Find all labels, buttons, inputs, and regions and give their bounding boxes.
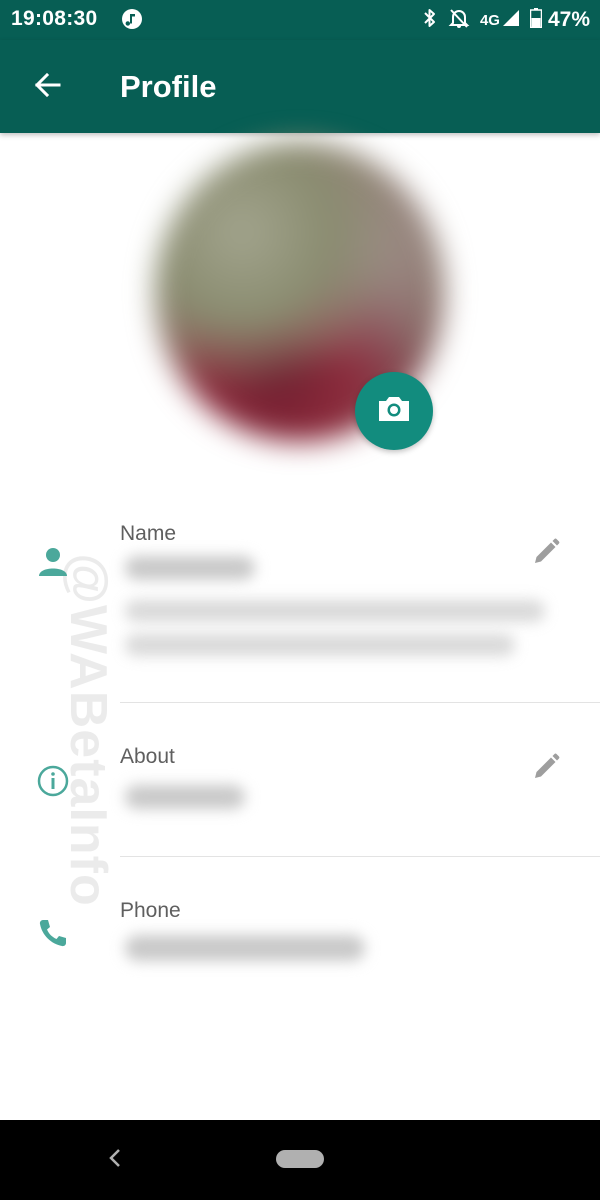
name-value-blurred — [125, 556, 255, 580]
app-bar: Profile — [0, 40, 600, 133]
name-note-blurred-2 — [125, 634, 515, 656]
battery-percent: 47% — [547, 8, 590, 31]
music-note-icon — [121, 8, 143, 30]
edit-about-button[interactable] — [530, 753, 562, 785]
notifications-off-icon — [448, 7, 470, 34]
edit-name-button[interactable] — [530, 538, 562, 570]
change-photo-button[interactable] — [355, 372, 433, 450]
phone-value-blurred — [125, 935, 365, 961]
pencil-icon — [532, 538, 560, 571]
pencil-icon — [532, 753, 560, 786]
phone-icon — [35, 915, 71, 951]
person-icon — [35, 544, 71, 580]
page-title: Profile — [120, 69, 217, 104]
battery-icon — [529, 7, 543, 33]
phone-row: Phone — [0, 857, 600, 987]
phone-label: Phone — [120, 899, 181, 922]
camera-icon — [376, 394, 412, 429]
info-icon — [35, 763, 71, 799]
chevron-left-icon — [107, 1147, 123, 1174]
about-label: About — [120, 745, 175, 768]
status-bar: 19:08:30 4G 47% — [0, 0, 600, 40]
name-label: Name — [120, 522, 177, 545]
nav-back-button[interactable] — [102, 1146, 128, 1174]
name-note-blurred — [125, 600, 545, 622]
back-button[interactable] — [28, 68, 66, 106]
about-row[interactable]: About — [0, 703, 600, 856]
back-arrow-icon — [32, 70, 62, 105]
network-type: 4G — [479, 11, 500, 29]
status-time: 19:08:30 — [11, 7, 98, 30]
signal-icon — [502, 9, 520, 32]
about-value-blurred — [125, 785, 245, 809]
name-row: Name — [0, 500, 600, 702]
nav-home-button[interactable] — [276, 1150, 324, 1168]
bluetooth-icon — [422, 7, 438, 34]
